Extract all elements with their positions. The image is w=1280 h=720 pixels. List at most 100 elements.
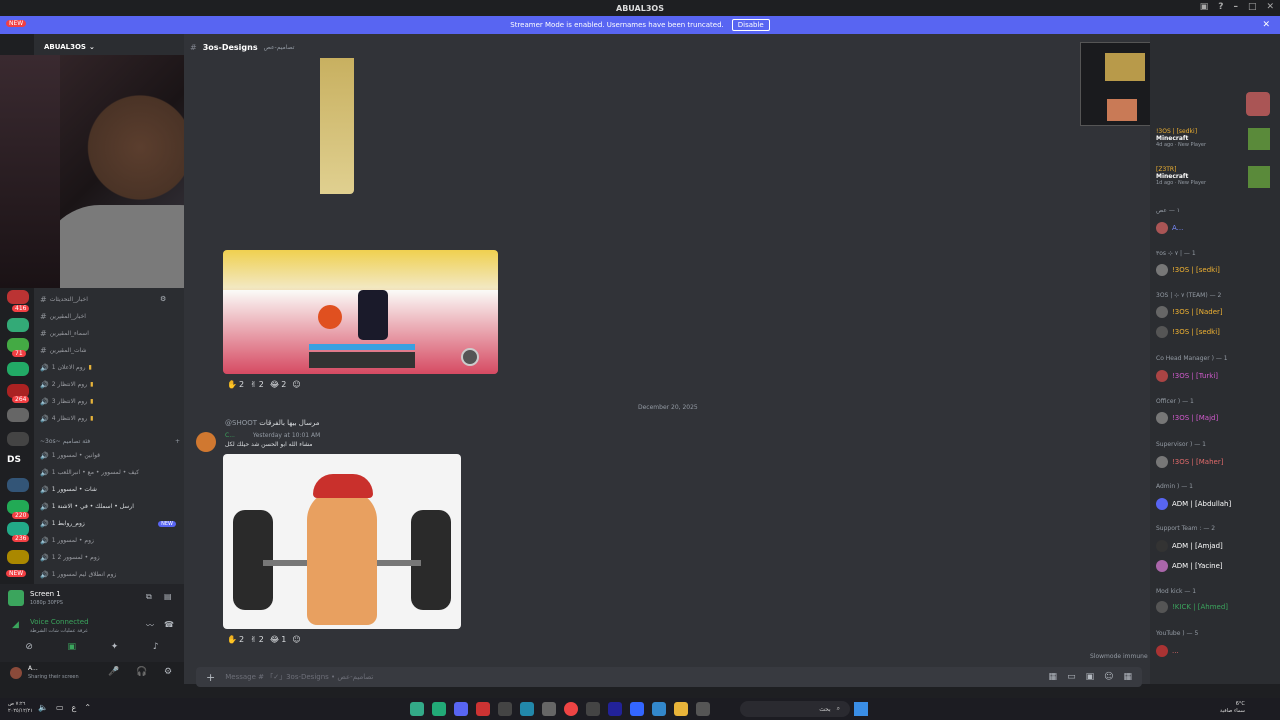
sticker-icon[interactable]: ▣ [1086, 672, 1095, 682]
member-item[interactable]: !3OS | [sedki] [1156, 326, 1276, 338]
app-icon[interactable] [586, 702, 600, 716]
attach-plus-icon[interactable]: + [206, 671, 215, 684]
voice-channel-item[interactable]: 🔊 زوم_روابط 1 NEW [40, 516, 180, 531]
member-item[interactable]: !3OS | [Nader] [1156, 306, 1276, 318]
minimize-icon[interactable]: – [1233, 2, 1238, 12]
settings-gear-icon[interactable]: ⚙ [164, 667, 172, 677]
voice-channel-item[interactable]: 🔊 روم الانتظار 2 ▮ [40, 377, 180, 392]
server-icon[interactable] [7, 318, 29, 332]
cat-image[interactable] [223, 454, 461, 629]
noise-suppression-icon[interactable]: 〰 [146, 620, 154, 631]
stop-stream-icon[interactable]: ▤ [164, 592, 172, 601]
member-item[interactable]: A... [1156, 222, 1276, 234]
voice-channel-item[interactable]: 🔊 ارسل • اسملك • في • الاشنة 1 [40, 499, 180, 514]
reaction[interactable]: ✋ 2 [227, 635, 244, 644]
reaction[interactable]: 😂 2 [270, 380, 286, 389]
app-icon[interactable] [498, 702, 512, 716]
help-icon[interactable]: ? [1218, 2, 1223, 12]
member-item[interactable]: ... [1156, 645, 1276, 657]
gift-icon[interactable]: ▦ [1049, 672, 1058, 682]
channel-item[interactable]: # شات_المقيرين [40, 343, 180, 358]
disable-streamer-mode-button[interactable]: Disable [731, 19, 770, 31]
taskbar-search[interactable]: بحث ⌕ [740, 701, 850, 717]
headphones-icon[interactable]: 🎧 [136, 667, 147, 677]
add-reaction-icon[interactable]: ☺ [292, 380, 300, 389]
member-activity[interactable]: !3OS | [sedki] Minecraft 4d ago · New Pl… [1156, 128, 1276, 150]
voice-channel-item[interactable]: 🔊 روم الانتظار 3 ▮ [40, 394, 180, 409]
channel-item[interactable]: # اخبار_التحديثات [40, 292, 180, 307]
member-item[interactable]: !3OS | [Majd] [1156, 412, 1276, 424]
network-icon[interactable]: ▭ [56, 703, 64, 712]
category-header[interactable]: ~3os~ فئة تصاميم + [40, 434, 180, 449]
member-avatar[interactable] [1246, 92, 1270, 116]
voice-channel-item[interactable]: 🔊 روم الاعلان 1 ▮ [40, 360, 180, 375]
weather-widget[interactable]: 6°C سماء صافية [1220, 701, 1245, 715]
server-icon[interactable] [7, 290, 29, 304]
gif-icon[interactable]: ▭ [1067, 672, 1076, 682]
server-header[interactable]: ABUAL3OS ⌄ [34, 38, 184, 56]
attached-image[interactable] [320, 58, 354, 194]
activity-icon[interactable]: ✦ [111, 642, 119, 658]
member-item[interactable]: !3OS | [Turki] [1156, 370, 1276, 382]
tray-chevron-icon[interactable]: ⌃ [84, 703, 91, 712]
discord-app-icon[interactable] [454, 702, 468, 716]
member-item[interactable]: !3OS | [Maher] [1156, 456, 1276, 468]
member-item[interactable]: ADM | [Yacine] [1156, 560, 1276, 572]
member-item[interactable]: !3OS | [sedki] [1156, 264, 1276, 276]
premiere-icon[interactable] [608, 702, 622, 716]
share-screen-icon[interactable]: ▣ [68, 642, 77, 658]
add-reaction-icon[interactable]: ☺ [292, 635, 300, 644]
windows-start-icon[interactable] [854, 702, 868, 716]
reaction[interactable]: 😂 1 [270, 635, 286, 644]
member-item[interactable]: !KICK | [Ahmed] [1156, 601, 1276, 613]
soundboard-icon[interactable]: ♪ [153, 642, 159, 658]
voice-channel-item[interactable]: 🔊 روم الانتظار 4 ▮ [40, 411, 180, 426]
add-member-icon[interactable]: ⚙ [160, 295, 166, 303]
app-icon[interactable] [652, 702, 666, 716]
author-avatar[interactable] [196, 432, 216, 452]
server-icon-ds[interactable]: DS [7, 455, 29, 469]
voice-channel-item[interactable]: 🔊 زوم انطلاق ليم لمسوور 1 [40, 567, 180, 582]
app-icon[interactable] [542, 702, 556, 716]
close-banner-icon[interactable]: ✕ [1262, 20, 1270, 30]
apps-icon[interactable]: ▦ [1123, 672, 1132, 682]
server-icon[interactable] [7, 408, 29, 422]
popout-icon[interactable]: ⧉ [146, 592, 152, 602]
reaction[interactable]: ✌ 2 [250, 635, 264, 644]
voice-channel-item[interactable]: 🔊 زوم • لمسوور 2 1 [40, 550, 180, 565]
emoji-icon[interactable]: ☺ [1104, 672, 1113, 682]
inbox-icon[interactable]: ▣ [1200, 2, 1209, 12]
voice-channel-item[interactable]: 🔊 قوانين • لمسوور 1 [40, 448, 180, 463]
message-input[interactable]: + Message # 「✓」3os-Designs • تصاميم-عص ▦… [196, 667, 1142, 687]
voice-channel-item[interactable]: 🔊 كيف • لمسوور • مع • انبراللعب 1 [40, 465, 180, 480]
chrome-icon[interactable] [564, 702, 578, 716]
app-icon[interactable] [696, 702, 710, 716]
member-item[interactable]: ADM | [Amjad] [1156, 540, 1276, 552]
camera-icon[interactable]: ⊘ [25, 642, 33, 658]
app-icon[interactable] [476, 702, 490, 716]
app-icon[interactable] [410, 702, 424, 716]
channel-item[interactable]: # اسماء_المقيرين [40, 326, 180, 341]
server-icon[interactable] [7, 522, 29, 536]
maximize-icon[interactable]: □ [1248, 2, 1257, 12]
server-icon[interactable] [7, 478, 29, 492]
reaction[interactable]: ✌ 2 [250, 380, 264, 389]
app-icon[interactable] [630, 702, 644, 716]
member-item[interactable]: ADM | [Abdullah] [1156, 498, 1276, 510]
voice-channel-item[interactable]: 🔊 شات • لمسوور 1 [40, 482, 180, 497]
author-name[interactable]: C... [225, 432, 235, 439]
mute-icon[interactable]: 🎤 [108, 667, 119, 677]
volume-icon[interactable]: 🔈 [38, 703, 48, 712]
close-window-icon[interactable]: ✕ [1266, 2, 1274, 12]
reaction[interactable]: ✋ 2 [227, 380, 244, 389]
app-icon[interactable] [520, 702, 534, 716]
app-icon[interactable] [432, 702, 446, 716]
game-screenshot[interactable] [223, 250, 498, 374]
add-channel-icon[interactable]: + [175, 438, 180, 445]
folder-icon[interactable] [674, 702, 688, 716]
member-activity[interactable]: [Z3TR] Minecraft 1d ago · New Player [1156, 166, 1276, 188]
avatar[interactable] [10, 667, 22, 679]
channel-item[interactable]: # اخبار_المقيرين [40, 309, 180, 324]
reply-preview[interactable]: @SHOOT مرسال بيها بالفرقات [225, 419, 320, 427]
taskbar-clock[interactable]: ٧:٢٦ ص ٢٠٢٥/١٢/٢١ [8, 701, 33, 715]
